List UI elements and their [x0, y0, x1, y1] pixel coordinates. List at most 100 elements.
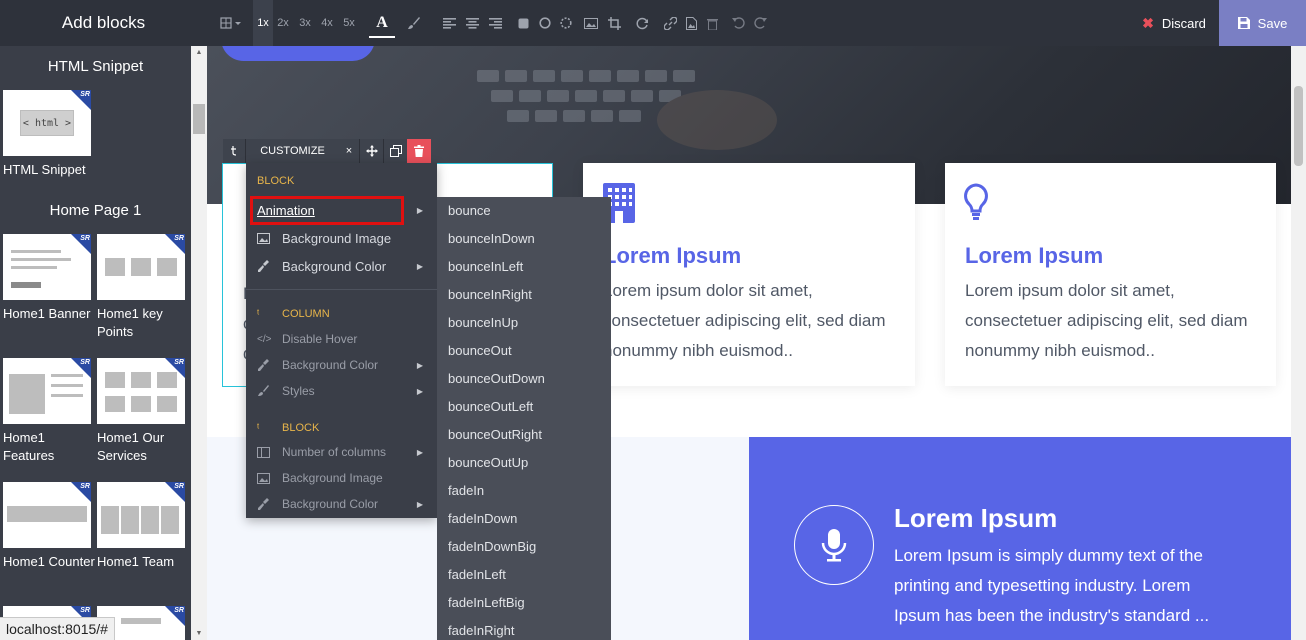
refresh-icon[interactable] — [634, 0, 650, 46]
animation-option[interactable]: fadeInDownBig — [448, 539, 536, 554]
customize-button[interactable]: CUSTOMIZE — [245, 139, 339, 163]
eyedropper-icon — [257, 260, 282, 272]
scroll-up-arrow-icon[interactable]: ▲ — [191, 49, 207, 56]
hero-button[interactable] — [221, 46, 375, 61]
align-right-icon[interactable] — [487, 0, 503, 46]
move-icon[interactable] — [359, 139, 383, 163]
blocks-list: HTML Snippet < html > SR HTML Snippet Ho… — [0, 46, 191, 640]
menu-item-disable-hover[interactable]: </> Disable Hover — [257, 328, 429, 350]
menu-item-block-background-color-label: Background Color — [282, 497, 379, 511]
lightbulb-icon — [964, 183, 988, 220]
block-marker-icon: ᵗ — [257, 422, 260, 434]
image-icon — [257, 472, 282, 484]
crop-icon[interactable] — [606, 0, 622, 46]
block-thumb-home1-banner[interactable]: SR — [3, 234, 91, 300]
block-thumb-home1-features[interactable]: SR — [3, 358, 91, 424]
block-label-home1-counter[interactable]: Home1 Counter — [3, 553, 95, 571]
service-card-1-text: Lorem ipsum dolor sit amet, consectetuer… — [603, 281, 886, 360]
zoom-2x[interactable]: 2x — [273, 0, 293, 46]
discard-button[interactable]: ✖ Discard — [1129, 0, 1219, 46]
animation-option[interactable]: bounceInRight — [448, 287, 532, 302]
animation-option[interactable]: fadeInDown — [448, 511, 517, 526]
menu-item-column-background-color[interactable]: Background Color ▶ — [257, 354, 429, 376]
circle-dashed-icon[interactable] — [559, 0, 573, 46]
submenu-arrow-icon: ▶ — [416, 261, 423, 271]
menu-header-block: BLOCK — [257, 175, 295, 187]
scroll-down-arrow-icon[interactable]: ▼ — [191, 630, 207, 637]
animation-option[interactable]: bounceInUp — [448, 315, 518, 330]
circle-icon[interactable] — [538, 0, 552, 46]
text-font-icon[interactable]: A — [369, 0, 395, 46]
link-icon[interactable] — [662, 0, 678, 46]
close-toolbar-icon[interactable]: × — [339, 139, 359, 163]
service-card-2[interactable]: Lorem Ipsum Lorem ipsum dolor sit amet, … — [945, 163, 1276, 386]
animation-submenu: bounce bounceInDown bounceInLeft bounceI… — [437, 197, 611, 640]
animation-option[interactable]: bounceOutRight — [448, 427, 542, 442]
align-center-icon[interactable] — [464, 0, 480, 46]
grid-dropdown-icon[interactable] — [217, 0, 245, 46]
animation-option[interactable]: bounceInDown — [448, 231, 535, 246]
block-label-home1-features[interactable]: Home1 Features — [3, 429, 95, 465]
save-button[interactable]: Save — [1219, 0, 1306, 46]
service-card-2-text: Lorem ipsum dolor sit amet, consectetuer… — [965, 281, 1248, 360]
animation-option[interactable]: fadeIn — [448, 483, 484, 498]
block-label-home1-team[interactable]: Home1 Team — [97, 553, 189, 571]
menu-item-styles[interactable]: Styles ▶ — [257, 380, 429, 402]
animation-option[interactable]: fadeInRight — [448, 623, 515, 638]
blocks-sidebar: Add blocks HTML Snippet < html > SR HTML… — [0, 0, 207, 640]
sidebar-scrollbar[interactable]: ▲ ▼ — [191, 46, 207, 640]
menu-item-styles-label: Styles — [282, 384, 315, 398]
submenu-arrow-icon: ▶ — [416, 386, 423, 396]
animation-option[interactable]: bounceOutUp — [448, 455, 528, 470]
thumb-badge: SR — [80, 91, 90, 98]
service-card-1[interactable]: Lorem Ipsum Lorem ipsum dolor sit amet, … — [583, 163, 915, 386]
menu-item-number-of-columns-label: Number of columns — [282, 445, 387, 459]
menu-item-block-background-image-label: Background Image — [282, 471, 383, 485]
delete-icon[interactable] — [407, 139, 431, 163]
redo-icon[interactable] — [752, 0, 768, 46]
trash-icon[interactable] — [704, 0, 720, 46]
page-scroll-thumb[interactable] — [1294, 86, 1303, 166]
section-title-home-page-1: Home Page 1 — [49, 202, 142, 219]
sidebar-scroll-thumb[interactable] — [193, 104, 205, 134]
feature-section[interactable]: Lorem Ipsum Lorem Ipsum is simply dummy … — [749, 437, 1291, 640]
zoom-3x[interactable]: 3x — [295, 0, 315, 46]
menu-item-background-color[interactable]: Background Color ▶ — [257, 255, 429, 277]
menu-item-number-of-columns[interactable]: Number of columns ▶ — [257, 441, 429, 463]
block-label-home1-key-points[interactable]: Home1 key Points — [97, 305, 189, 341]
align-left-icon[interactable] — [441, 0, 457, 46]
drag-handle-icon[interactable] — [223, 139, 245, 163]
keyboard-image — [477, 70, 777, 150]
block-label-html-snippet[interactable]: HTML Snippet — [3, 161, 95, 179]
page-scrollbar[interactable] — [1291, 46, 1306, 640]
zoom-4x[interactable]: 4x — [317, 0, 337, 46]
block-thumb-home1-our-services[interactable]: SR — [97, 358, 185, 424]
menu-item-block-background-image[interactable]: Background Image — [257, 467, 429, 489]
animation-option[interactable]: bounce — [448, 203, 491, 218]
close-icon: ✖ — [1142, 14, 1154, 31]
animation-option[interactable]: bounceOutDown — [448, 371, 545, 386]
paint-brush-icon[interactable] — [405, 0, 423, 46]
block-label-home1-banner[interactable]: Home1 Banner — [3, 305, 95, 323]
duplicate-icon[interactable] — [383, 139, 407, 163]
zoom-5x[interactable]: 5x — [339, 0, 359, 46]
menu-item-block-background-color[interactable]: Background Color ▶ — [257, 493, 429, 515]
block-thumb-home1-counter[interactable]: SR — [3, 482, 91, 548]
undo-icon[interactable] — [730, 0, 746, 46]
animation-option[interactable]: bounceOutLeft — [448, 399, 533, 414]
file-image-icon[interactable] — [683, 0, 699, 46]
animation-option[interactable]: fadeInLeft — [448, 567, 506, 582]
square-icon[interactable] — [516, 0, 530, 46]
animation-option[interactable]: bounceInLeft — [448, 259, 523, 274]
block-thumb-home1-key-points[interactable]: SR — [97, 234, 185, 300]
animation-option[interactable]: fadeInLeftBig — [448, 595, 525, 610]
menu-divider — [246, 289, 437, 290]
menu-item-background-image[interactable]: Background Image — [257, 227, 429, 249]
zoom-1x[interactable]: 1x — [253, 0, 273, 46]
block-label-home1-our-services[interactable]: Home1 Our Services — [97, 429, 189, 465]
animation-option[interactable]: bounceOut — [448, 343, 512, 358]
block-thumb-home1-team[interactable]: SR — [97, 482, 185, 548]
image-icon[interactable] — [583, 0, 599, 46]
block-thumb-html-snippet[interactable]: < html > SR — [3, 90, 91, 156]
menu-item-column-background-color-label: Background Color — [282, 358, 379, 372]
